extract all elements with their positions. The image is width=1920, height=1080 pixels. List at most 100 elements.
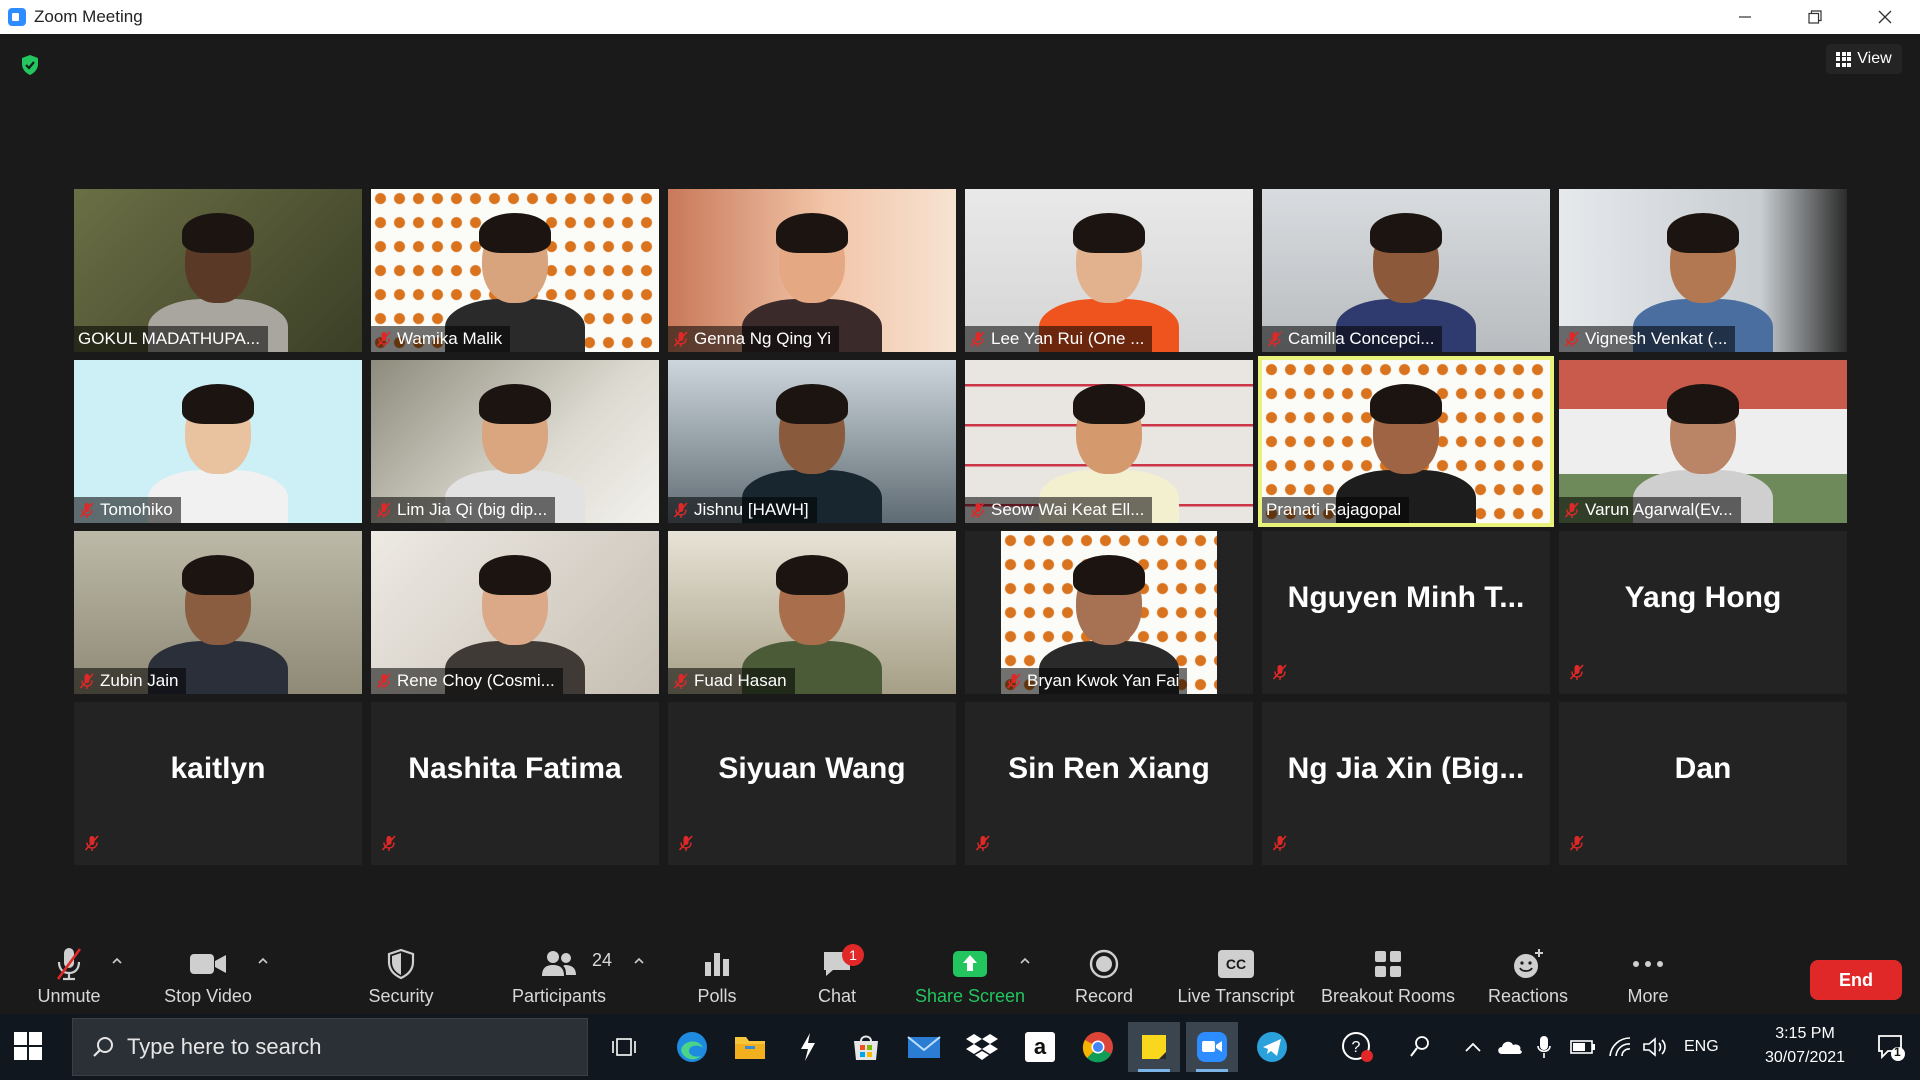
taskbar-clock[interactable]: 3:15 PM 30/07/2021 xyxy=(1750,1022,1860,1070)
participant-tile[interactable]: Genna Ng Qing Yi xyxy=(668,189,956,352)
participant-silhouette-hair xyxy=(1370,384,1442,424)
participant-tile[interactable]: kaitlyn xyxy=(74,702,362,865)
live-transcript-button[interactable]: CC Live Transcript xyxy=(1174,938,1298,1014)
participant-tile[interactable]: Pranati Rajagopal xyxy=(1262,360,1550,523)
people-search-icon[interactable] xyxy=(1408,1014,1434,1080)
share-screen-button[interactable]: Share Screen xyxy=(914,938,1026,1014)
reactions-smiley-icon xyxy=(1514,949,1543,978)
show-hidden-icons-chevron-up-icon[interactable] xyxy=(1464,1014,1482,1080)
participant-name: Zubin Jain xyxy=(100,671,179,690)
telegram-icon[interactable] xyxy=(1246,1022,1298,1072)
encryption-shield-icon[interactable] xyxy=(19,54,41,76)
wifi-icon[interactable] xyxy=(1608,1014,1632,1080)
amazon-icon[interactable]: a xyxy=(1014,1022,1066,1072)
zoom-taskbar-icon[interactable] xyxy=(1186,1022,1238,1072)
microsoft-store-icon[interactable] xyxy=(840,1022,892,1072)
view-button-label: View xyxy=(1857,50,1892,67)
participant-tile[interactable]: Varun Agarwal(Ev... xyxy=(1559,360,1847,523)
participant-tile[interactable]: Siyuan Wang xyxy=(668,702,956,865)
security-button[interactable]: Security xyxy=(360,938,442,1014)
minimize-button[interactable] xyxy=(1710,0,1780,34)
restore-icon xyxy=(1808,10,1822,24)
file-explorer-icon[interactable] xyxy=(724,1022,776,1072)
input-language-indicator[interactable]: ENG xyxy=(1684,1014,1719,1080)
chat-label: Chat xyxy=(817,986,857,1006)
security-label: Security xyxy=(368,986,434,1006)
participants-button[interactable]: 24 Participants xyxy=(508,938,612,1014)
participant-tile[interactable]: Fuad Hasan xyxy=(668,531,956,694)
share-options-chevron-up-icon[interactable] xyxy=(1018,954,1032,968)
participant-tile[interactable]: Jishnu [HAWH] xyxy=(668,360,956,523)
participant-tile[interactable]: Lim Jia Qi (big dip... xyxy=(371,360,659,523)
participant-tile[interactable]: GOKUL MADATHUPA... xyxy=(74,189,362,352)
task-view-icon[interactable] xyxy=(598,1022,650,1072)
dropbox-icon[interactable] xyxy=(956,1022,1008,1072)
more-button[interactable]: More xyxy=(1622,938,1674,1014)
participant-tile[interactable]: Vignesh Venkat (... xyxy=(1559,189,1847,352)
participant-tile[interactable]: Camilla Concepci... xyxy=(1262,189,1550,352)
taskbar-search[interactable] xyxy=(72,1018,588,1076)
participant-name: Rene Choy (Cosmi... xyxy=(397,671,555,690)
mail-icon[interactable] xyxy=(898,1022,950,1072)
clock-time: 3:15 PM xyxy=(1775,1025,1835,1042)
closed-caption-icon: CC xyxy=(1218,950,1254,978)
participant-tile[interactable]: Dan xyxy=(1559,702,1847,865)
windows-start-icon[interactable] xyxy=(14,1032,42,1060)
video-options-chevron-up-icon[interactable] xyxy=(256,954,270,968)
participant-silhouette-hair xyxy=(1073,555,1145,595)
participant-tile[interactable]: Bryan Kwok Yan Fai xyxy=(965,531,1253,694)
chrome-icon[interactable] xyxy=(1072,1022,1124,1072)
participant-silhouette-hair xyxy=(1073,384,1145,424)
close-button[interactable] xyxy=(1850,0,1920,34)
participant-tile[interactable]: Lee Yan Rui (One ... xyxy=(965,189,1253,352)
participant-tile[interactable]: Seow Wai Keat Ell... xyxy=(965,360,1253,523)
onedrive-cloud-icon[interactable] xyxy=(1496,1014,1524,1080)
edge-browser-icon[interactable] xyxy=(666,1022,718,1072)
participants-options-chevron-up-icon[interactable] xyxy=(632,954,646,968)
microphone-muted-icon xyxy=(975,835,990,851)
participant-tile[interactable]: Nguyen Minh T... xyxy=(1262,531,1550,694)
participant-tile[interactable]: Zubin Jain xyxy=(74,531,362,694)
grid-view-icon xyxy=(1836,51,1852,67)
participant-silhouette-hair xyxy=(1370,213,1442,253)
microphone-tray-icon[interactable] xyxy=(1536,1014,1552,1080)
microphone-muted-icon xyxy=(1564,502,1579,518)
action-center-notification-icon[interactable]: 1 xyxy=(1876,1032,1906,1062)
volume-icon[interactable] xyxy=(1642,1014,1668,1080)
reactions-button[interactable]: Reactions xyxy=(1484,938,1572,1014)
participant-tile[interactable]: Nashita Fatima xyxy=(371,702,659,865)
participant-nameplate: Vignesh Venkat (... xyxy=(1559,326,1736,352)
sticky-notes-icon[interactable] xyxy=(1128,1022,1180,1072)
participant-name: Nguyen Minh T... xyxy=(1287,580,1525,614)
participant-tile[interactable]: Wamika Malik xyxy=(371,189,659,352)
participant-tile[interactable]: Rene Choy (Cosmi... xyxy=(371,531,659,694)
participant-nameplate: Zubin Jain xyxy=(74,668,187,694)
help-alert-icon[interactable]: ? xyxy=(1340,1014,1374,1080)
participant-tile[interactable]: Ng Jia Xin (Big... xyxy=(1262,702,1550,865)
polls-button[interactable]: Polls xyxy=(690,938,744,1014)
participant-silhouette-hair xyxy=(182,384,254,424)
participant-gallery: GOKUL MADATHUPA... Wamika Malik Genna Ng Q… xyxy=(74,189,1847,865)
chat-button[interactable]: 1 Chat xyxy=(810,938,864,1014)
end-label: End xyxy=(1839,969,1873,990)
participant-name: Seow Wai Keat Ell... xyxy=(991,500,1145,519)
unmute-button[interactable]: Unmute xyxy=(28,938,110,1014)
mute-indicator xyxy=(1271,834,1289,857)
participant-name: Jishnu [HAWH] xyxy=(694,500,809,519)
participant-tile[interactable]: Yang Hong xyxy=(1559,531,1847,694)
microphone-muted-icon xyxy=(970,502,985,518)
view-button[interactable]: View xyxy=(1826,44,1902,74)
stop-video-button[interactable]: Stop Video xyxy=(160,938,256,1014)
participant-tile[interactable]: Sin Ren Xiang xyxy=(965,702,1253,865)
breakout-rooms-button[interactable]: Breakout Rooms xyxy=(1318,938,1458,1014)
participant-nameplate: Wamika Malik xyxy=(371,326,511,352)
restore-button[interactable] xyxy=(1780,0,1850,34)
participant-tile[interactable]: Tomohiko xyxy=(74,360,362,523)
battery-icon[interactable] xyxy=(1570,1014,1596,1080)
taskbar-search-input[interactable] xyxy=(127,1034,547,1060)
record-button[interactable]: Record xyxy=(1072,938,1136,1014)
chat-unread-badge: 1 xyxy=(842,944,864,966)
end-meeting-button[interactable]: End xyxy=(1810,960,1902,1000)
lightning-app-icon[interactable] xyxy=(782,1022,834,1072)
audio-options-chevron-up-icon[interactable] xyxy=(110,954,124,968)
